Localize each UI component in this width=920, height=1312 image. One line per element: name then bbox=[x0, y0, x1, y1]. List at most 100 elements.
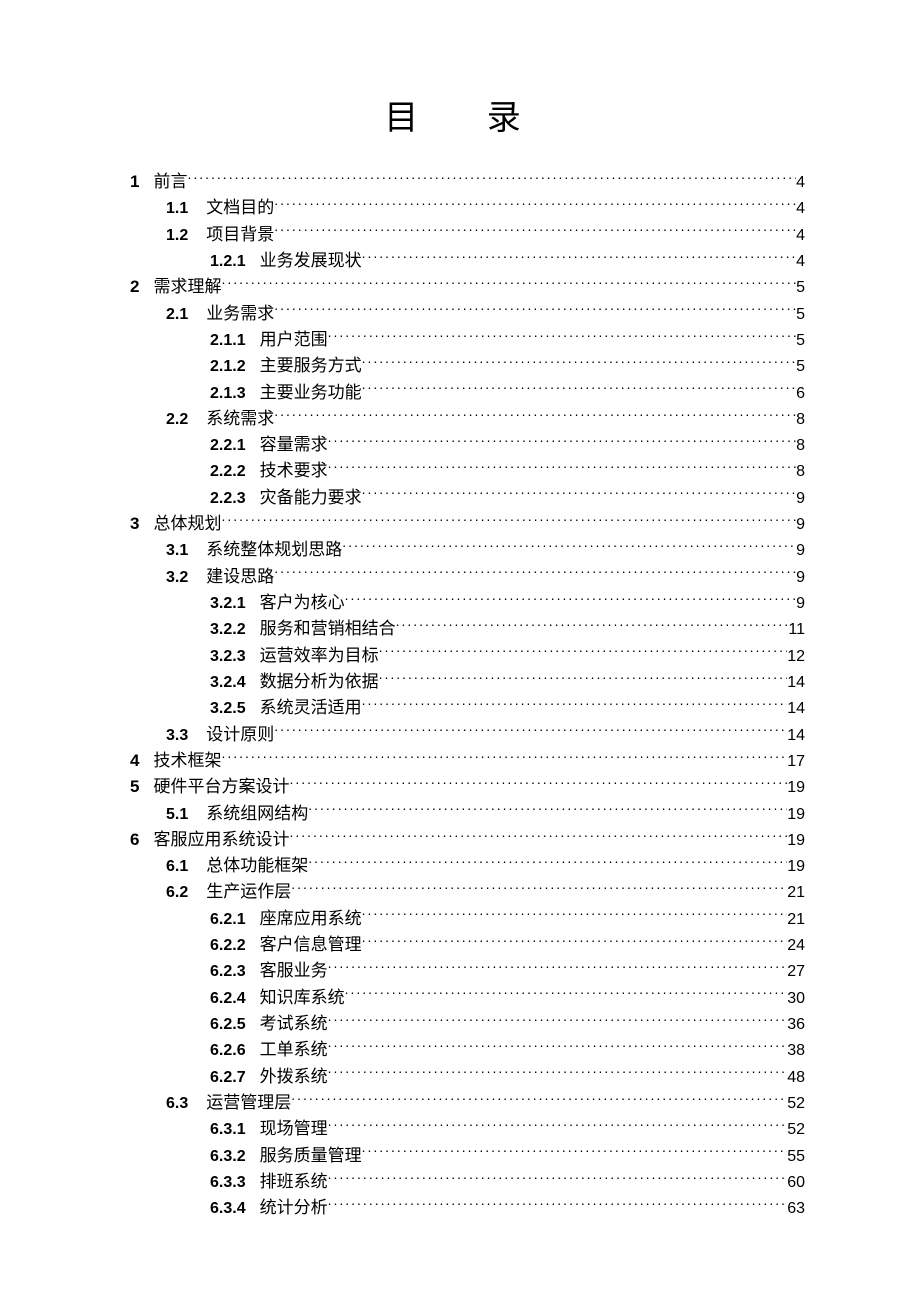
toc-entry-page: 4 bbox=[796, 250, 805, 274]
toc-entry[interactable]: 2 需求理解 5 bbox=[130, 274, 805, 300]
toc-entry-page: 38 bbox=[787, 1039, 805, 1063]
toc-entry-page: 19 bbox=[787, 829, 805, 853]
toc-entry[interactable]: 3.1系统整体规划思路9 bbox=[130, 537, 805, 563]
toc-entry-page: 8 bbox=[796, 408, 805, 432]
toc-entry-number: 3.1 bbox=[166, 539, 188, 563]
toc-entry[interactable]: 1.2.1业务发展现状4 bbox=[130, 248, 805, 274]
toc-entry-label: 硬件平台方案设计 bbox=[153, 774, 289, 800]
toc-leader-dots bbox=[274, 723, 787, 740]
toc-entry[interactable]: 2.1业务需求5 bbox=[130, 301, 805, 327]
toc-entry[interactable]: 6.3.3排班系统60 bbox=[130, 1169, 805, 1195]
toc-entry-page: 9 bbox=[796, 513, 805, 537]
toc-entry-number: 2.2.2 bbox=[210, 460, 246, 484]
toc-leader-dots bbox=[379, 670, 788, 687]
toc-entry[interactable]: 6客服应用系统设计19 bbox=[130, 827, 805, 853]
toc-leader-dots bbox=[328, 1170, 788, 1187]
toc-entry-number: 6.3.3 bbox=[210, 1171, 246, 1195]
toc-entry[interactable]: 6.3.2服务质量管理55 bbox=[130, 1143, 805, 1169]
toc-entry[interactable]: 2.2系统需求8 bbox=[130, 406, 805, 432]
toc-entry[interactable]: 6.3.4统计分析63 bbox=[130, 1195, 805, 1221]
toc-entry[interactable]: 3.2.4数据分析为依据14 bbox=[130, 669, 805, 695]
toc-leader-dots bbox=[362, 486, 797, 503]
toc-entry[interactable]: 2.2.3灾备能力要求9 bbox=[130, 485, 805, 511]
toc-entry-number: 6.2.3 bbox=[210, 960, 246, 984]
toc-leader-dots bbox=[342, 538, 796, 555]
toc-entry-label: 客服应用系统设计 bbox=[153, 827, 289, 853]
toc-entry[interactable]: 6.2.7外拨系统48 bbox=[130, 1064, 805, 1090]
toc-entry[interactable]: 3.2建设思路9 bbox=[130, 564, 805, 590]
toc-entry-label: 需求理解 bbox=[153, 274, 221, 300]
toc-entry[interactable]: 3.2.2服务和营销相结合11 bbox=[130, 616, 805, 642]
toc-entry[interactable]: 1.1 文档目的 4 bbox=[130, 195, 805, 221]
toc-entry-number: 6.2.4 bbox=[210, 987, 246, 1011]
toc-entry[interactable]: 6.2.6工单系统38 bbox=[130, 1037, 805, 1063]
toc-entry[interactable]: 2.1.1用户范围5 bbox=[130, 327, 805, 353]
toc-entry-number: 3.2.2 bbox=[210, 618, 246, 642]
toc-entry-label: 客户为核心 bbox=[260, 590, 345, 616]
toc-entry[interactable]: 2.2.1容量需求8 bbox=[130, 432, 805, 458]
toc-leader-dots bbox=[328, 1038, 788, 1055]
toc-entry-label: 排班系统 bbox=[260, 1169, 328, 1195]
toc-entry[interactable]: 2.1.2主要服务方式5 bbox=[130, 353, 805, 379]
toc-entry-number: 3.2.3 bbox=[210, 645, 246, 669]
toc-leader-dots bbox=[274, 196, 796, 213]
toc-entry[interactable]: 6.1总体功能框架19 bbox=[130, 853, 805, 879]
toc-leader-dots bbox=[328, 1012, 788, 1029]
toc-entry[interactable]: 5.1系统组网结构19 bbox=[130, 801, 805, 827]
toc-entry[interactable]: 6.2.5考试系统36 bbox=[130, 1011, 805, 1037]
toc-leader-dots bbox=[221, 275, 796, 292]
toc-entry-number: 2.2.1 bbox=[210, 434, 246, 458]
toc-entry-page: 9 bbox=[796, 566, 805, 590]
toc-entry-page: 4 bbox=[796, 224, 805, 248]
toc-entry-number: 3.2.1 bbox=[210, 592, 246, 616]
toc-entry-number: 4 bbox=[130, 748, 139, 774]
toc-entry-number: 2.1.2 bbox=[210, 355, 246, 379]
toc-leader-dots bbox=[328, 1196, 788, 1213]
toc-entry[interactable]: 4技术框架17 bbox=[130, 748, 805, 774]
document-page: 目 录 1前言41.1文档目的41.2项目背景41.2.1业务发展现状42需求理… bbox=[0, 0, 920, 1312]
toc-entry[interactable]: 2.1.3主要业务功能6 bbox=[130, 380, 805, 406]
toc-entry[interactable]: 3.2.1客户为核心9 bbox=[130, 590, 805, 616]
toc-entry-label: 设计原则 bbox=[206, 722, 274, 748]
toc-entry-label: 统计分析 bbox=[260, 1195, 328, 1221]
toc-entry[interactable]: 6.3运营管理层52 bbox=[130, 1090, 805, 1116]
toc-entry-page: 24 bbox=[787, 934, 805, 958]
toc-entry-page: 5 bbox=[796, 276, 805, 300]
toc-entry[interactable]: 6.2.2客户信息管理24 bbox=[130, 932, 805, 958]
toc-entry-number: 5 bbox=[130, 774, 139, 800]
toc-entry[interactable]: 5 硬件平台方案设计 19 bbox=[130, 774, 805, 800]
toc-entry[interactable]: 6.2.3客服业务27 bbox=[130, 958, 805, 984]
toc-leader-dots bbox=[274, 407, 796, 424]
toc-entry[interactable]: 1前言4 bbox=[130, 169, 805, 195]
toc-entry-label: 文档目的 bbox=[206, 195, 274, 221]
toc-entry-page: 27 bbox=[787, 960, 805, 984]
toc-entry-number: 1.2.1 bbox=[210, 250, 246, 274]
toc-leader-dots bbox=[396, 617, 789, 634]
toc-entry-number: 2.1.3 bbox=[210, 382, 246, 406]
toc-entry-number: 1.1 bbox=[166, 197, 188, 221]
toc-entry[interactable]: 2.2.2技术要求8 bbox=[130, 458, 805, 484]
toc-entry[interactable]: 3总体规划9 bbox=[130, 511, 805, 537]
toc-entry-page: 6 bbox=[796, 382, 805, 406]
toc-leader-dots bbox=[187, 170, 796, 187]
toc-entry[interactable]: 6.3.1现场管理52 bbox=[130, 1116, 805, 1142]
toc-entry[interactable]: 6.2生产运作层21 bbox=[130, 879, 805, 905]
toc-entry[interactable]: 3.2.5系统灵活适用14 bbox=[130, 695, 805, 721]
toc-entry[interactable]: 3.3设计原则14 bbox=[130, 722, 805, 748]
toc-leader-dots bbox=[362, 249, 797, 266]
toc-entry[interactable]: 6.2.4知识库系统30 bbox=[130, 985, 805, 1011]
toc-entry-page: 17 bbox=[787, 750, 805, 774]
toc-entry-page: 4 bbox=[796, 197, 805, 221]
toc-entry[interactable]: 3.2.3运营效率为目标12 bbox=[130, 643, 805, 669]
toc-entry-label: 客户信息管理 bbox=[260, 932, 362, 958]
toc-entry[interactable]: 6.2.1座席应用系统21 bbox=[130, 906, 805, 932]
toc-entry[interactable]: 1.2项目背景4 bbox=[130, 222, 805, 248]
toc-leader-dots bbox=[362, 1144, 788, 1161]
toc-entry-label: 建设思路 bbox=[206, 564, 274, 590]
toc-entry-label: 项目背景 bbox=[206, 222, 274, 248]
toc-entry-page: 19 bbox=[787, 776, 805, 800]
toc-entry-number: 2 bbox=[130, 274, 139, 300]
toc-leader-dots bbox=[289, 775, 787, 792]
toc-entry-label: 用户范围 bbox=[260, 327, 328, 353]
toc-entry-page: 4 bbox=[796, 171, 805, 195]
